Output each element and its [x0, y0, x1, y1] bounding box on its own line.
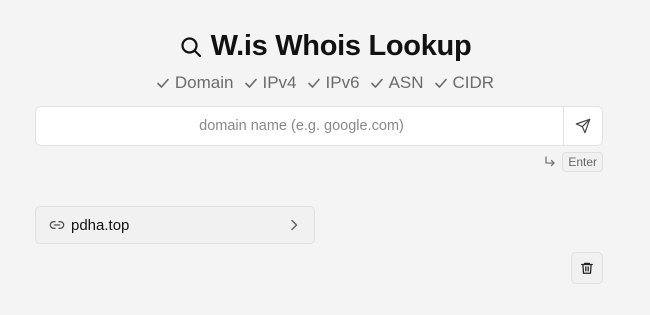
- feature-label: IPv4: [262, 73, 297, 92]
- check-icon: [370, 76, 384, 90]
- chevron-right-icon: [287, 218, 301, 232]
- feature-asn: ASN: [370, 73, 424, 93]
- feature-cidr: CIDR: [434, 73, 495, 93]
- feature-domain: Domain: [156, 73, 234, 93]
- history-item[interactable]: pdha.top: [35, 206, 315, 244]
- submit-button[interactable]: [563, 107, 602, 145]
- search-icon: [179, 35, 203, 59]
- feature-ipv4: IPv4: [244, 73, 297, 93]
- page-header: W.is Whois Lookup: [0, 30, 650, 63]
- feature-ipv6: IPv6: [307, 73, 360, 93]
- enter-hint: Enter: [543, 152, 603, 172]
- clear-history-button[interactable]: [571, 252, 603, 284]
- send-icon: [575, 118, 591, 134]
- check-icon: [307, 76, 321, 90]
- check-icon: [156, 76, 170, 90]
- link-icon: [49, 217, 65, 233]
- feature-label: ASN: [388, 73, 424, 92]
- supported-types: Domain IPv4 IPv6 ASN CIDR: [0, 73, 650, 93]
- feature-label: IPv6: [325, 73, 360, 92]
- search-form: [35, 106, 603, 146]
- check-icon: [244, 76, 258, 90]
- page-title: W.is Whois Lookup: [210, 30, 472, 62]
- check-icon: [434, 76, 448, 90]
- enter-key-badge: Enter: [562, 152, 603, 172]
- history-item-label: pdha.top: [71, 216, 130, 234]
- trash-icon: [580, 261, 594, 275]
- corner-down-right-icon: [543, 155, 557, 169]
- feature-label: CIDR: [452, 73, 495, 92]
- feature-label: Domain: [174, 73, 234, 92]
- search-input[interactable]: [36, 107, 563, 145]
